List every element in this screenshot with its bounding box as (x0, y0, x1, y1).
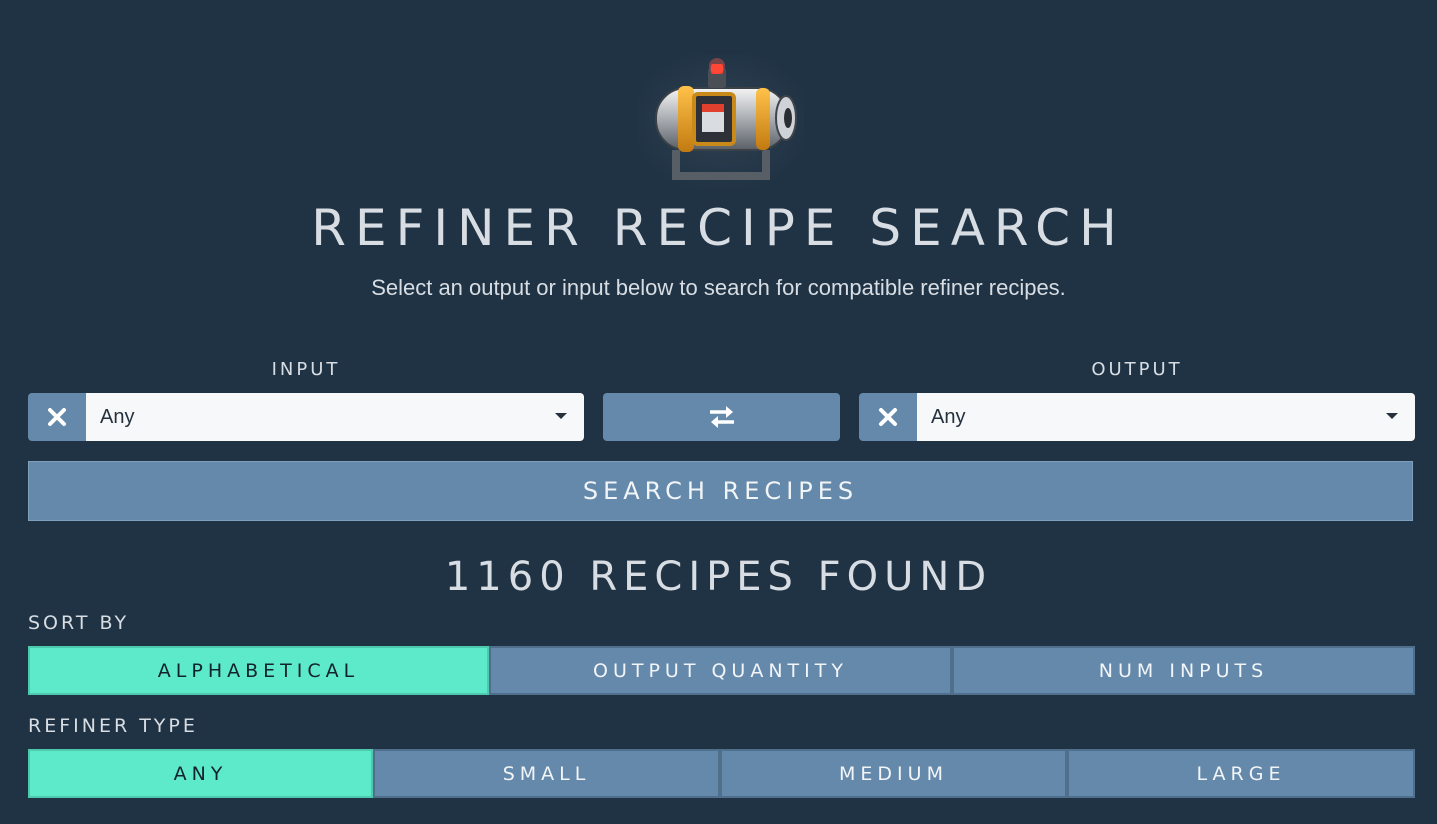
output-clear-button[interactable] (859, 393, 917, 441)
sort-option-num-inputs[interactable]: NUM INPUTS (952, 646, 1415, 695)
output-select-value: Any (931, 405, 966, 428)
refiner-logo (638, 54, 804, 188)
refiner-device-icon (638, 54, 804, 188)
input-select[interactable]: Any (86, 393, 584, 441)
refiner-type-label: REFINER TYPE (28, 715, 198, 737)
sort-options: ALPHABETICAL OUTPUT QUANTITY NUM INPUTS (28, 646, 1415, 695)
input-clear-button[interactable] (28, 393, 86, 441)
swap-arrows-icon (709, 406, 734, 428)
page-title: REFINER RECIPE SEARCH (311, 199, 1126, 257)
refiner-type-medium[interactable]: MEDIUM (720, 749, 1067, 798)
input-select-group: Any (28, 393, 584, 441)
swap-button[interactable] (603, 393, 840, 441)
refiner-type-options: ANY SMALL MEDIUM LARGE (28, 749, 1415, 798)
refiner-type-any[interactable]: ANY (28, 749, 373, 798)
close-icon (48, 408, 66, 426)
output-select-group: Any (859, 393, 1415, 441)
caret-down-icon (1386, 413, 1398, 419)
sort-option-output-quantity[interactable]: OUTPUT QUANTITY (489, 646, 952, 695)
sort-by-label: SORT BY (28, 612, 130, 634)
output-select[interactable]: Any (917, 393, 1415, 441)
page-subtitle: Select an output or input below to searc… (371, 275, 1066, 300)
search-recipes-button[interactable]: SEARCH RECIPES (28, 461, 1413, 521)
caret-down-icon (555, 413, 567, 419)
output-label: OUTPUT (1091, 359, 1183, 380)
close-icon (879, 408, 897, 426)
input-select-value: Any (100, 405, 135, 428)
input-label: INPUT (271, 359, 341, 380)
sort-option-alphabetical[interactable]: ALPHABETICAL (28, 646, 489, 695)
refiner-type-small[interactable]: SMALL (373, 749, 720, 798)
recipes-found-count: 1160 RECIPES FOUND (444, 554, 993, 600)
refiner-type-large[interactable]: LARGE (1067, 749, 1415, 798)
